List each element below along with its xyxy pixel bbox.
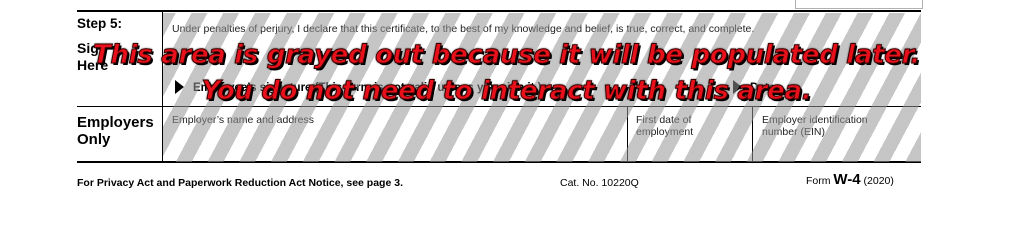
- first-date-divider: [627, 107, 628, 161]
- employer-ein-label: Employer identification number (EIN): [762, 114, 868, 138]
- form-year: (2020): [863, 175, 894, 187]
- top-right-box: [795, 0, 923, 9]
- top-rule: [77, 10, 921, 12]
- form-identifier: Form W-4 (2020): [806, 171, 894, 188]
- overlay-notice-line2: You do not need to interact with this ar…: [201, 76, 812, 107]
- employers-only-label: Employers Only: [77, 114, 154, 148]
- privacy-notice: For Privacy Act and Paperwork Reduction …: [77, 177, 403, 189]
- ein-divider: [752, 107, 753, 161]
- employers-bottom-rule: [77, 161, 921, 163]
- overlay-notice-line1: This area is grayed out because it will …: [93, 40, 921, 71]
- first-date-employment-label: First date of employment: [636, 114, 694, 138]
- catalog-number: Cat. No. 10220Q: [560, 177, 639, 189]
- step5-bottom-rule: [77, 106, 921, 107]
- form-prefix: Form: [806, 175, 831, 187]
- step5-title: Step 5:: [77, 16, 123, 31]
- employer-name-address-label: Employer’s name and address: [172, 114, 315, 126]
- form-name: W-4: [833, 171, 861, 188]
- perjury-statement: Under penalties of perjury, I declare th…: [172, 23, 755, 35]
